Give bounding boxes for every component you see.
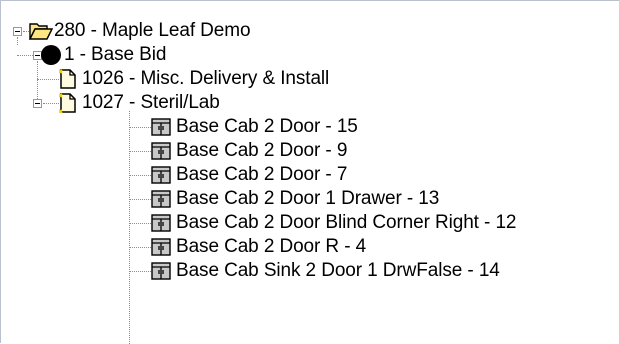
cabinet-icon [151,190,171,208]
tree-node-label: Base Cab 2 Door R - 4 [176,236,367,257]
tree-node-cabinet[interactable]: Base Cab 2 Door - 7 [1,163,421,187]
tree-node-cabinet[interactable]: Base Cab 2 Door Blind Corner Right - 12 [1,211,561,235]
cabinet-icon [151,262,171,280]
tree-node-label: 1027 - Steril/Lab [82,92,220,113]
tree-node-label: Base Cab 2 Door - 7 [176,164,348,185]
cabinet-icon [151,238,171,256]
tree-connector [129,199,151,201]
open-folder-icon [29,21,53,41]
tree-node-project[interactable]: 280 - Maple Leaf Demo [1,19,341,43]
tree-node-section-1027[interactable]: 1027 - Steril/Lab [1,91,321,115]
tree-node-label: Base Cab 2 Door - 9 [176,140,348,161]
tree-node-section-1026[interactable]: 1026 - Misc. Delivery & Install [1,67,441,91]
collapse-toggle-project[interactable] [13,27,22,36]
tree-connector [129,271,151,273]
cabinet-icon [151,118,171,136]
tree-node-label: 1026 - Misc. Delivery & Install [82,68,330,89]
black-circle-icon [41,45,61,65]
project-tree-view[interactable]: 280 - Maple Leaf Demo 1 - Base Bid 1026 … [0,0,619,344]
cabinet-icon [151,166,171,184]
tree-connector [129,247,151,249]
document-icon [59,93,79,113]
tree-node-cabinet[interactable]: Base Cab 2 Door 1 Drawer - 13 [1,187,461,211]
tree-node-cabinet[interactable]: Base Cab 2 Door - 9 [1,139,421,163]
tree-node-label: Base Cab Sink 2 Door 1 DrwFalse - 14 [176,260,500,281]
tree-connector [43,103,59,105]
tree-connector [129,223,151,225]
cabinet-icon [151,214,171,232]
tree-connector [37,79,59,81]
tree-node-cabinet[interactable]: Base Cab 2 Door R - 4 [1,235,421,259]
tree-connector [129,151,151,153]
tree-node-cabinet[interactable]: Base Cab 2 Door - 15 [1,115,421,139]
tree-connector [129,175,151,177]
collapse-toggle-section-1027[interactable] [33,99,42,108]
tree-node-label: Base Cab 2 Door Blind Corner Right - 12 [176,212,517,233]
tree-connector [129,127,151,129]
tree-node-label: 1 - Base Bid [64,44,167,65]
cabinet-icon [151,142,171,160]
document-icon [59,69,79,89]
tree-connector [17,55,33,57]
tree-node-label: Base Cab 2 Door 1 Drawer - 13 [176,188,440,209]
tree-node-label: Base Cab 2 Door - 15 [176,116,358,137]
tree-node-label: 280 - Maple Leaf Demo [54,20,251,41]
tree-node-cabinet[interactable]: Base Cab Sink 2 Door 1 DrwFalse - 14 [1,259,561,283]
tree-node-bid[interactable]: 1 - Base Bid [1,43,301,67]
